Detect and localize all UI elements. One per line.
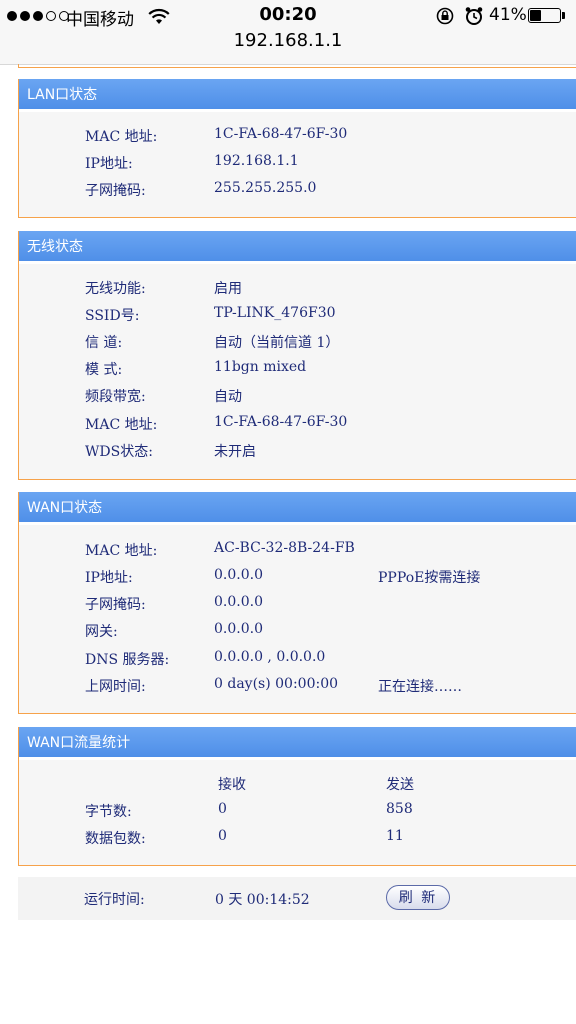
traffic-send-header: 发送 — [386, 777, 414, 793]
battery-percent: 41% — [489, 5, 527, 25]
dns-label: DNS 服务器: — [85, 652, 170, 668]
orientation-lock-icon — [436, 7, 454, 25]
bandwidth-value: 自动 — [214, 389, 242, 405]
online-time-label: 上网时间: — [85, 679, 146, 695]
online-time-value: 0 day(s) 00:00:00 — [214, 676, 339, 692]
bytes-received: 0 — [218, 801, 227, 817]
connection-status: 正在连接…… — [378, 679, 462, 695]
wan-connection-type: PPPoE按需连接 — [378, 570, 481, 586]
wan-status-panel: WAN口状态 MAC 地址: AC-BC-32-8B-24-FB IP地址: 0… — [18, 492, 576, 714]
runtime-value: 0 天 00:14:52 — [215, 892, 310, 908]
wireless-panel-header: 无线状态 — [19, 231, 576, 264]
wan-ip-label: IP地址: — [85, 570, 133, 586]
bytes-label: 字节数: — [85, 804, 132, 820]
lan-panel-header: LAN口状态 — [19, 79, 576, 112]
mode-value: 11bgn mixed — [214, 359, 307, 375]
wan-traffic-panel: WAN口流量统计 接收 发送 字节数: 0 858 数据包数: 0 11 — [18, 727, 576, 866]
runtime-bar: 运行时间: 0 天 00:14:52 刷 新 — [18, 877, 576, 920]
wireless-panel-title: 无线状态 — [27, 239, 83, 255]
packets-sent: 11 — [386, 828, 404, 844]
browser-status-bar: 中国移动 00:20 192.168.1.1 41% — [0, 0, 576, 65]
channel-value: 自动（当前信道 1） — [214, 335, 340, 351]
wireless-mac-label: MAC 地址: — [85, 417, 158, 433]
wireless-panel-body: 无线功能: 启用 SSID号: TP-LINK_476F30 信 道: 自动（当… — [19, 264, 576, 479]
wan-panel-header: WAN口状态 — [19, 492, 576, 525]
wan-mac-label: MAC 地址: — [85, 543, 158, 559]
traffic-panel-title: WAN口流量统计 — [27, 735, 131, 751]
wds-value: 未开启 — [214, 444, 256, 460]
lan-mac-label: MAC 地址: — [85, 129, 158, 145]
runtime-label: 运行时间: — [84, 892, 145, 908]
wan-ip-value: 0.0.0.0 — [214, 567, 263, 583]
battery-icon — [528, 8, 561, 23]
refresh-button[interactable]: 刷 新 — [386, 885, 450, 910]
lan-subnet-label: 子网掩码: — [85, 183, 146, 199]
channel-label: 信 道: — [85, 335, 123, 351]
wireless-function-label: 无线功能: — [85, 281, 146, 297]
wds-label: WDS状态: — [85, 444, 153, 460]
lan-panel-title: LAN口状态 — [27, 87, 98, 103]
ssid-value: TP-LINK_476F30 — [214, 305, 336, 321]
wan-panel-body: MAC 地址: AC-BC-32-8B-24-FB IP地址: 0.0.0.0 … — [19, 525, 576, 713]
wan-subnet-label: 子网掩码: — [85, 597, 146, 613]
bandwidth-label: 频段带宽: — [85, 389, 146, 405]
traffic-panel-body: 接收 发送 字节数: 0 858 数据包数: 0 11 — [19, 760, 576, 865]
lan-subnet-value: 255.255.255.0 — [214, 180, 317, 196]
wireless-status-panel: 无线状态 无线功能: 启用 SSID号: TP-LINK_476F30 信 道:… — [18, 231, 576, 480]
lan-ip-value: 192.168.1.1 — [214, 153, 299, 169]
address-bar-url[interactable]: 192.168.1.1 — [0, 30, 576, 51]
mode-label: 模 式: — [85, 362, 123, 378]
battery-level-fill — [530, 10, 541, 21]
wireless-mac-value: 1C-FA-68-47-6F-30 — [214, 414, 348, 430]
lan-status-panel: LAN口状态 MAC 地址: 1C-FA-68-47-6F-30 IP地址: 1… — [18, 79, 576, 218]
packets-label: 数据包数: — [85, 831, 146, 847]
traffic-receive-header: 接收 — [218, 777, 246, 793]
wan-mac-value: AC-BC-32-8B-24-FB — [214, 540, 355, 556]
gateway-value: 0.0.0.0 — [214, 621, 263, 637]
bytes-sent: 858 — [386, 801, 413, 817]
lan-ip-label: IP地址: — [85, 156, 133, 172]
wan-subnet-value: 0.0.0.0 — [214, 594, 263, 610]
previous-panel-edge — [18, 64, 576, 68]
wireless-function-value: 启用 — [214, 281, 242, 297]
traffic-panel-header: WAN口流量统计 — [19, 727, 576, 760]
lan-mac-value: 1C-FA-68-47-6F-30 — [214, 126, 348, 142]
battery-tip — [562, 12, 565, 19]
alarm-clock-icon — [465, 7, 483, 25]
packets-received: 0 — [218, 828, 227, 844]
ssid-label: SSID号: — [85, 308, 140, 324]
gateway-label: 网关: — [85, 624, 118, 640]
lan-panel-body: MAC 地址: 1C-FA-68-47-6F-30 IP地址: 192.168.… — [19, 112, 576, 217]
dns-value: 0.0.0.0 , 0.0.0.0 — [214, 649, 326, 665]
wan-panel-title: WAN口状态 — [27, 500, 103, 516]
